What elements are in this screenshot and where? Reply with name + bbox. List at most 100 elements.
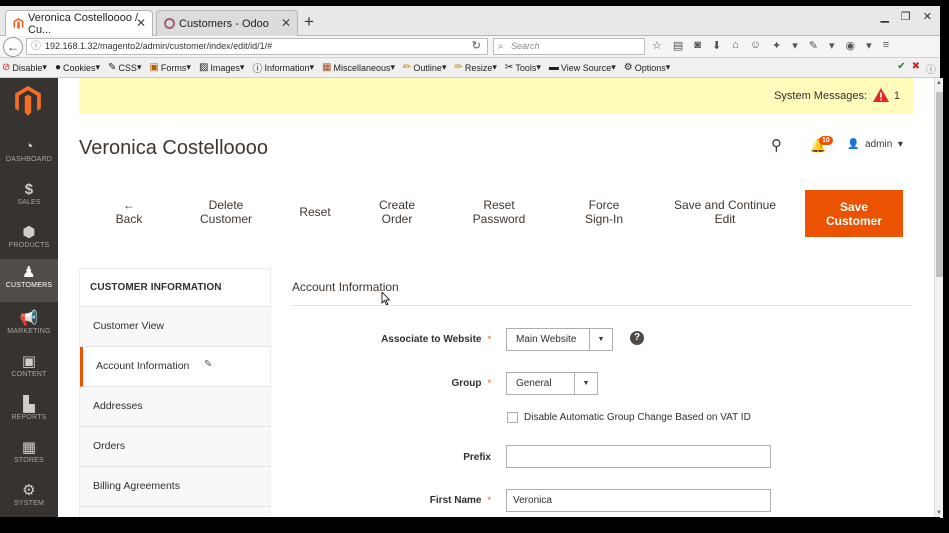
info-status-icon[interactable]: ⓘ	[926, 61, 936, 76]
toolbar-resize[interactable]: ✏ Resize ▾	[454, 62, 496, 73]
toolbar-information[interactable]: ⓘ Information ▾	[252, 60, 314, 75]
browser-search-box[interactable]: ⌕ Search	[493, 38, 645, 55]
new-tab-button[interactable]: +	[304, 12, 314, 32]
user-icon: 👤	[847, 139, 860, 150]
maximize-icon[interactable]: ❐	[901, 10, 911, 23]
forms-icon: ▣	[149, 62, 159, 73]
sidebar-item-reports[interactable]: ▙ REPORTS	[0, 391, 58, 434]
color-picker-icon[interactable]: ◉	[846, 39, 856, 52]
scroll-up-icon[interactable]: ▲	[936, 80, 942, 86]
error-icon[interactable]: ✖	[912, 61, 920, 76]
pocket-icon[interactable]: ◙	[694, 39, 701, 52]
toolbar-outline[interactable]: ✏ Outline ▾	[403, 62, 446, 73]
toolbar-cookies[interactable]: ● Cookies ▾	[55, 62, 100, 73]
delete-customer-button[interactable]: Delete Customer	[181, 198, 271, 226]
warning-icon[interactable]	[873, 88, 889, 102]
toolbar-images[interactable]: ▨ Images ▾	[199, 62, 245, 73]
group-select[interactable]: General ▼	[506, 372, 598, 395]
firstname-label: First Name *	[429, 495, 491, 506]
close-window-icon[interactable]: ✕	[923, 10, 932, 23]
hamburger-menu-icon[interactable]: ≡	[883, 39, 889, 52]
tab-orders[interactable]: Orders	[80, 427, 270, 467]
megaphone-icon: 📢	[19, 310, 39, 327]
toolbar-status-icons: ✔ ✖ ⓘ	[897, 61, 936, 76]
close-tab-icon[interactable]: ✕	[281, 16, 291, 30]
sidebar-item-products[interactable]: ⬢ PRODUCTS	[0, 219, 58, 262]
tab-customer-view[interactable]: Customer View	[80, 307, 270, 347]
toolbar-forms[interactable]: ▣ Forms ▾	[149, 62, 190, 73]
tabs-title: CUSTOMER INFORMATION	[80, 269, 270, 307]
sidebar-item-sales[interactable]: $ SALES	[0, 176, 58, 219]
sidebar-item-marketing[interactable]: 📢 MARKETING	[0, 305, 58, 348]
prefix-input[interactable]	[506, 445, 771, 468]
save-customer-button[interactable]: Save Customer	[805, 190, 903, 237]
dropdown-arrow-icon: ▼	[574, 373, 597, 394]
cookies-icon: ●	[54, 62, 61, 73]
create-order-button[interactable]: Create Order	[359, 198, 435, 226]
sidebar-item-system[interactable]: ⚙ SYSTEM	[0, 477, 58, 520]
extension-menu-icon[interactable]: ▾	[792, 39, 798, 52]
bookmark-star-icon[interactable]: ☆	[652, 39, 662, 52]
minimize-icon[interactable]: ▁	[880, 10, 888, 23]
eyedropper-icon[interactable]: ✎	[809, 39, 818, 52]
scroll-thumb[interactable]	[936, 92, 943, 277]
associate-website-select[interactable]: Main Website ▼	[506, 328, 613, 351]
url-bar[interactable]: ⓘ 192.168.1.32/magento2/admin/customer/i…	[26, 38, 488, 55]
site-info-icon[interactable]: ⓘ	[31, 39, 41, 54]
global-search-icon[interactable]: ⚲	[771, 136, 782, 154]
close-tab-icon[interactable]: ✕	[136, 16, 146, 30]
disable-auto-group-checkbox[interactable]	[507, 412, 518, 423]
firstname-input[interactable]: Veronica	[506, 489, 771, 512]
tab-account-information[interactable]: Account Information ✎	[80, 347, 270, 387]
magento-favicon-icon	[13, 18, 24, 29]
force-signin-button[interactable]: Force Sign-In	[564, 198, 644, 226]
extension-menu-icon[interactable]: ▾	[829, 39, 835, 52]
developer-toolbar: ⊘ Disable ▾ ● Cookies ▾ ✎ CSS ▾ ▣ Forms ▾ ▨ Image…	[0, 58, 940, 78]
resize-icon: ✏	[454, 62, 463, 73]
extension-menu-icon[interactable]: ▾	[866, 39, 872, 52]
back-button[interactable]: ← Back	[99, 198, 159, 226]
browser-tab-odoo[interactable]: Customers - Odoo ✕	[156, 10, 298, 36]
tools-icon: ✂	[504, 62, 514, 73]
select-value: Main Website	[516, 334, 577, 345]
vertical-scrollbar[interactable]: ▲ ▼	[934, 78, 943, 518]
reload-icon[interactable]: ↻	[472, 39, 481, 54]
admin-user-menu[interactable]: 👤 admin ▾	[847, 139, 903, 150]
sidebar-item-customers[interactable]: ♟ CUSTOMERS	[0, 259, 58, 302]
scroll-down-icon[interactable]: ▼	[936, 510, 942, 516]
checkmark-icon[interactable]: ✔	[897, 61, 905, 76]
extension-icon[interactable]: ✦	[772, 39, 781, 52]
home-icon[interactable]: ⌂	[732, 39, 739, 52]
browser-window: Veronica Costelloooo / Cu... ✕ Customers…	[0, 0, 949, 533]
toolbar-options[interactable]: ⚙ Options ▾	[624, 62, 671, 73]
toolbar-disable[interactable]: ⊘ Disable ▾	[2, 62, 47, 73]
search-placeholder: Search	[511, 41, 540, 51]
browser-back-button[interactable]: ←	[3, 37, 23, 57]
toolbar-miscellaneous[interactable]: ▦ Miscellaneous ▾	[322, 62, 395, 73]
search-icon: ⌕	[498, 41, 504, 52]
reset-button[interactable]: Reset	[285, 205, 345, 219]
tab-billing-agreements[interactable]: Billing Agreements	[80, 467, 270, 507]
magento-logo-icon[interactable]	[14, 86, 42, 116]
help-icon[interactable]: ?	[630, 331, 644, 345]
sidebar-item-dashboard[interactable]: ◔ DASHBOARD	[0, 133, 58, 176]
download-icon[interactable]: ⬇	[712, 39, 721, 52]
miscellaneous-icon: ▦	[322, 62, 332, 73]
save-and-continue-button[interactable]: Save and Continue Edit	[661, 198, 789, 226]
system-messages-label[interactable]: System Messages:	[774, 90, 867, 102]
css-icon: ✎	[108, 62, 117, 73]
toolbar-css[interactable]: ✎ CSS ▾	[108, 62, 141, 73]
reading-list-icon[interactable]: ▤	[673, 39, 683, 52]
tab-addresses[interactable]: Addresses	[80, 387, 270, 427]
toolbar-tools[interactable]: ✂ Tools ▾	[505, 62, 541, 73]
disable-auto-group-label[interactable]: Disable Automatic Group Change Based on …	[524, 412, 751, 423]
browser-tab-customer[interactable]: Veronica Costelloooo / Cu... ✕	[5, 10, 153, 36]
group-label: Group *	[451, 378, 491, 389]
bar-chart-icon: ▙	[23, 396, 35, 413]
sidebar-item-content[interactable]: ▣ CONTENT	[0, 348, 58, 391]
reset-password-button[interactable]: Reset Password	[454, 198, 544, 226]
information-icon: ⓘ	[252, 64, 263, 75]
sidebar-item-stores[interactable]: ▦ STORES	[0, 434, 58, 477]
toolbar-view-source[interactable]: ▬ View Source ▾	[549, 62, 616, 73]
chat-icon[interactable]: ☺	[750, 39, 761, 52]
